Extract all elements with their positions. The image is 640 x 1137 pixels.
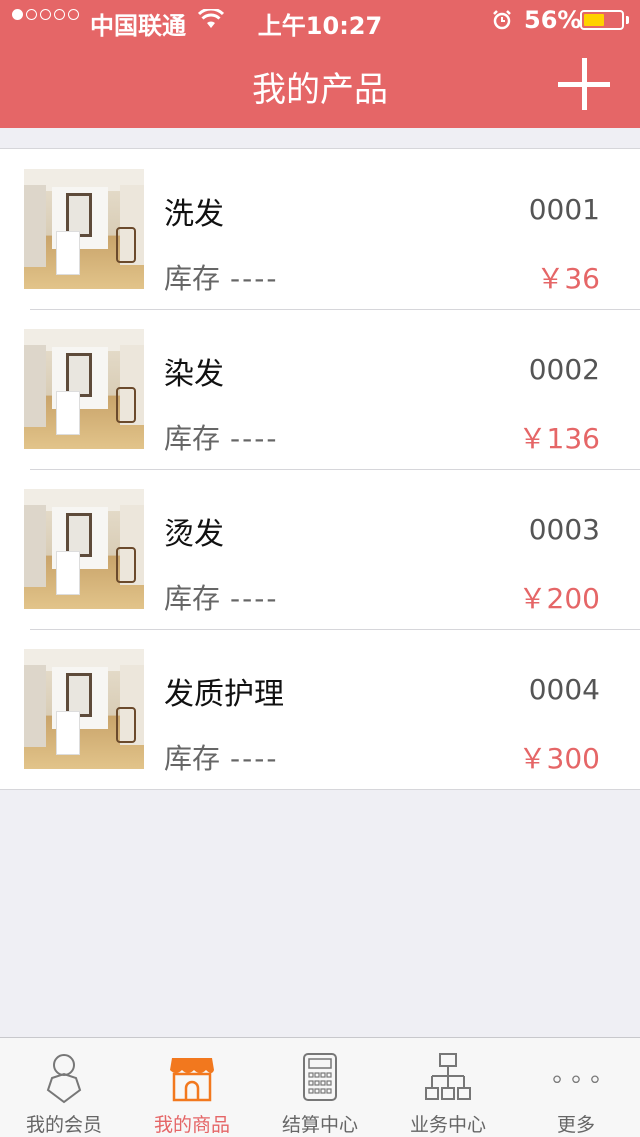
tab-bar: 我的会员 我的商品 结算中心 业务中心 更多: [0, 1037, 640, 1137]
status-bar: 中国联通 上午10:27 56%: [0, 0, 640, 40]
stock-value: ----: [230, 422, 279, 455]
battery-level: [584, 14, 604, 26]
product-name: 染发: [164, 357, 224, 392]
battery-icon: [580, 10, 624, 30]
product-code: 0002: [528, 353, 600, 386]
product-stock: 库存 ----: [164, 257, 278, 297]
product-thumbnail: [24, 489, 144, 609]
product-code: 0003: [528, 513, 600, 546]
product-stock: 库存 ----: [164, 577, 278, 617]
product-code: 0001: [528, 193, 600, 226]
member-icon: [46, 1054, 82, 1104]
product-thumbnail: [24, 329, 144, 449]
stock-label: 库存: [164, 582, 221, 615]
tab-label: 结算中心: [281, 1114, 358, 1136]
tab-label: 业务中心: [409, 1114, 486, 1136]
product-row[interactable]: 发质护理 0004 库存 ---- ￥300: [0, 629, 640, 789]
product-price: ￥200: [518, 582, 600, 615]
tab-label: 我的商品: [153, 1114, 230, 1136]
product-code: 0004: [528, 673, 600, 706]
stock-value: ----: [230, 742, 279, 775]
tab-label: 更多: [556, 1114, 595, 1136]
battery-tip: [626, 16, 629, 24]
product-stock: 库存 ----: [164, 737, 278, 777]
more-icon: [553, 1075, 599, 1084]
product-name: 烫发: [164, 517, 224, 552]
shop-icon: [170, 1058, 214, 1102]
product-row[interactable]: 烫发 0003 库存 ---- ￥200: [0, 469, 640, 629]
tab-member[interactable]: 我的会员: [0, 1038, 128, 1137]
calculator-icon: [303, 1053, 337, 1101]
product-price: ￥136: [518, 422, 600, 455]
product-row[interactable]: 染发 0002 库存 ---- ￥136: [0, 309, 640, 469]
alarm-icon: [493, 10, 511, 30]
product-stock: 库存 ----: [164, 417, 278, 457]
stock-value: ----: [230, 582, 279, 615]
product-name: 洗发: [164, 197, 224, 232]
stock-label: 库存: [164, 422, 221, 455]
tab-more[interactable]: 更多: [512, 1038, 640, 1137]
product-name: 发质护理: [164, 677, 284, 712]
product-thumbnail: [24, 649, 144, 769]
top-bar: 中国联通 上午10:27 56% 我的产品: [0, 0, 640, 128]
add-product-button[interactable]: [556, 56, 612, 112]
product-thumbnail: [24, 169, 144, 289]
product-list: 洗发 0001 库存 ---- ￥36 染发 0002 库存 ---- ￥136 烫…: [0, 148, 640, 790]
page-title: 我的产品: [252, 70, 388, 110]
stock-label: 库存: [164, 742, 221, 775]
stock-value: ----: [230, 262, 279, 295]
tab-org-chart[interactable]: 业务中心: [384, 1038, 512, 1137]
org-chart-icon: [425, 1053, 471, 1100]
battery-percent: 56%: [524, 6, 582, 34]
product-price: ￥36: [536, 262, 600, 295]
stock-label: 库存: [164, 262, 221, 295]
tab-label: 我的会员: [25, 1114, 102, 1136]
tab-shop[interactable]: 我的商品: [128, 1038, 256, 1137]
tab-calculator[interactable]: 结算中心: [256, 1038, 384, 1137]
product-row[interactable]: 洗发 0001 库存 ---- ￥36: [0, 149, 640, 309]
product-price: ￥300: [518, 742, 600, 775]
